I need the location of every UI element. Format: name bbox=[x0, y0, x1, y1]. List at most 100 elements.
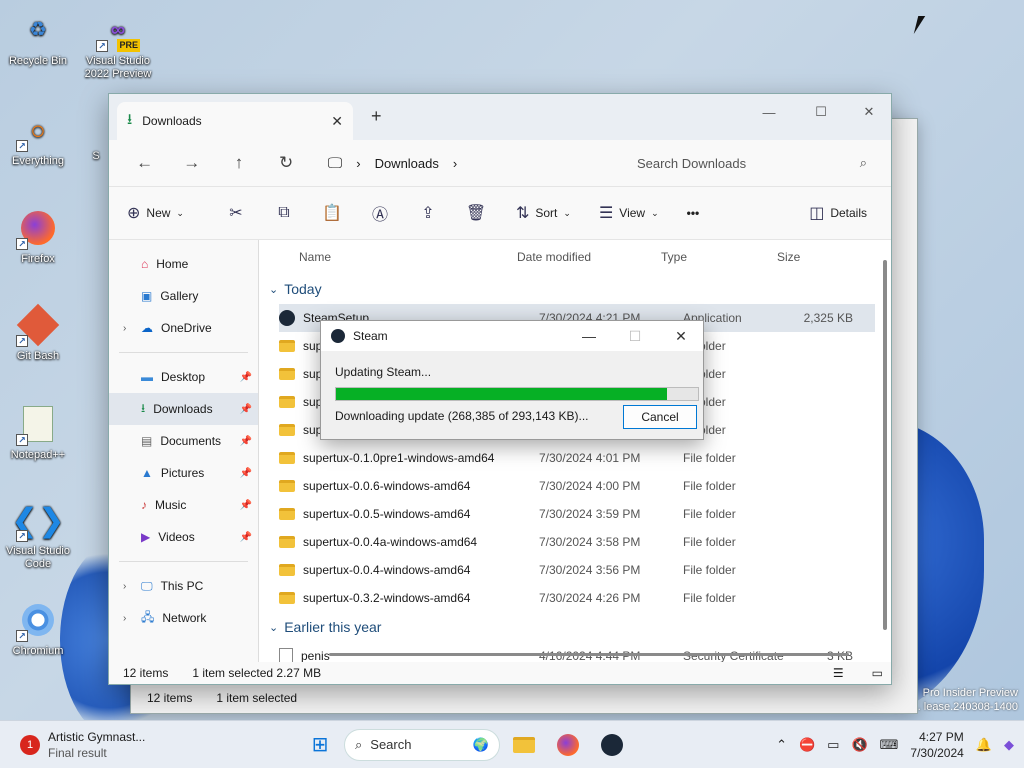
forward-button[interactable]: → bbox=[168, 153, 215, 173]
sidebar-divider bbox=[119, 561, 248, 562]
weather-widget[interactable]: 1 Artistic Gymnast... Final result bbox=[0, 729, 250, 761]
desktop-icon-git-bash[interactable]: ↗ Git Bash bbox=[0, 303, 76, 363]
dialog-minimize-button[interactable]: — bbox=[567, 321, 611, 351]
taskbar-firefox[interactable] bbox=[548, 725, 588, 765]
chevron-up-icon[interactable]: ⌃ bbox=[776, 737, 787, 753]
chevron-right-icon[interactable]: › bbox=[123, 581, 133, 592]
group-header-earlier[interactable]: ⌄ Earlier this year bbox=[259, 612, 891, 642]
new-button[interactable]: ⊕ New ⌄ bbox=[127, 203, 184, 223]
breadcrumb-downloads[interactable]: Downloads bbox=[375, 156, 439, 171]
start-button[interactable]: ⊞ bbox=[300, 725, 340, 765]
file-date: 7/30/2024 4:01 PM bbox=[539, 451, 641, 465]
rename-button[interactable]: Ⓐ bbox=[356, 201, 404, 225]
desktop-icon: ▬ bbox=[141, 370, 153, 384]
steam-update-dialog[interactable]: Steam — ☐ ✕ Updating Steam... Downloadin… bbox=[320, 320, 704, 440]
desktop-icon-partial[interactable]: S bbox=[86, 150, 106, 163]
dialog-maximize-button[interactable]: ☐ bbox=[613, 321, 657, 351]
title-bar: ⭳ Downloads ✕ + — ☐ ✕ bbox=[109, 94, 891, 140]
group-header-today[interactable]: ⌄ Today bbox=[259, 274, 891, 304]
network-disconnected-icon[interactable]: ⛔ bbox=[799, 737, 815, 753]
sidebar-item-music[interactable]: ♪ Music 📌 bbox=[109, 489, 258, 521]
delete-button[interactable]: 🗑 bbox=[452, 203, 500, 223]
dialog-close-button[interactable]: ✕ bbox=[659, 321, 703, 351]
column-header-name[interactable]: Name bbox=[259, 250, 517, 264]
desktop-icon-chromium[interactable]: ↗ Chromium bbox=[0, 598, 76, 658]
tab-close-icon[interactable]: ✕ bbox=[331, 113, 343, 130]
desktop-icon-vscode[interactable]: ❮❯ ↗ Visual Studio Code bbox=[0, 498, 76, 571]
pin-icon: 📌 bbox=[239, 435, 252, 447]
refresh-button[interactable]: ↻ bbox=[263, 153, 310, 173]
paste-button[interactable]: 📋 bbox=[308, 203, 356, 223]
folder-icon bbox=[279, 424, 295, 436]
horizontal-scrollbar[interactable] bbox=[329, 653, 849, 656]
shortcut-arrow-icon: ↗ bbox=[16, 530, 28, 542]
sidebar-item-downloads[interactable]: ⭳ Downloads 📌 bbox=[109, 393, 258, 425]
address-bar[interactable]: 🖵 › Downloads › bbox=[320, 148, 613, 178]
sidebar-item-videos[interactable]: ▶ Videos 📌 bbox=[109, 521, 258, 553]
sort-button[interactable]: ⇅ Sort ⌄ bbox=[516, 203, 571, 223]
desktop-icon-visual-studio[interactable]: ∞ PRE ↗ Visual Studio 2022 Preview bbox=[80, 8, 156, 81]
details-view-icon[interactable]: ☰ bbox=[833, 666, 844, 680]
column-header-size[interactable]: Size bbox=[777, 250, 837, 264]
volume-icon[interactable]: 🔇 bbox=[851, 737, 867, 753]
sidebar-item-this-pc[interactable]: › 🖵 This PC bbox=[109, 570, 258, 602]
view-button[interactable]: ☰ View ⌄ bbox=[599, 203, 659, 223]
cut-button[interactable]: ✂ bbox=[212, 203, 260, 223]
videos-icon: ▶ bbox=[141, 530, 151, 544]
search-input[interactable]: Search Downloads ⌕ bbox=[625, 147, 879, 179]
copilot-icon[interactable]: ◆ bbox=[1004, 737, 1014, 753]
folder-icon bbox=[279, 452, 295, 464]
file-row[interactable]: supertux-0.0.4a-windows-amd64 7/30/2024 3… bbox=[279, 528, 875, 556]
desktop-icon-everything[interactable]: ○ ↗ Everything bbox=[0, 108, 76, 168]
desktop-icon-recycle-bin[interactable]: ♻ Recycle Bin bbox=[0, 8, 76, 68]
column-header-date[interactable]: Date modified bbox=[517, 250, 661, 264]
update-status-text: Updating Steam... bbox=[335, 365, 432, 379]
file-row[interactable]: penis4/16/2024 4:44 PMSecurity Certifica… bbox=[279, 642, 875, 662]
file-row[interactable]: supertux-0.3.2-windows-amd64 7/30/2024 4:… bbox=[279, 584, 875, 612]
details-pane-button[interactable]: ◫ Details bbox=[809, 203, 867, 223]
visual-studio-icon: ∞ PRE ↗ bbox=[96, 8, 140, 52]
desktop-icon-notepad-plus-plus[interactable]: ↗ Notepad++ bbox=[0, 402, 76, 462]
new-tab-button[interactable]: + bbox=[371, 106, 382, 127]
column-header-type[interactable]: Type bbox=[661, 250, 777, 264]
file-row[interactable]: supertux-0.1.0pre1-windows-amd64 7/30/202… bbox=[279, 444, 875, 472]
file-row[interactable]: supertux-0.0.5-windows-amd64 7/30/2024 3:… bbox=[279, 500, 875, 528]
notification-bell-icon[interactable]: 🔔 bbox=[976, 737, 992, 753]
taskbar-file-explorer[interactable] bbox=[504, 725, 544, 765]
file-name: supertux-0.0.5-windows-amd64 bbox=[303, 507, 471, 521]
display-icon[interactable]: ▭ bbox=[827, 737, 839, 753]
shortcut-arrow-icon: ↗ bbox=[96, 40, 108, 52]
network-icon: 🖧 bbox=[141, 609, 155, 624]
sidebar-item-desktop[interactable]: ▬ Desktop 📌 bbox=[109, 361, 258, 393]
chevron-right-icon[interactable]: › bbox=[123, 323, 133, 334]
taskbar-search[interactable]: ⌕ Search 🌍 bbox=[344, 728, 500, 761]
tab-downloads[interactable]: ⭳ Downloads ✕ bbox=[117, 102, 353, 140]
desktop-icon-firefox[interactable]: ↗ Firefox bbox=[0, 206, 76, 266]
shortcut-arrow-icon: ↗ bbox=[16, 140, 28, 152]
clock[interactable]: 4:27 PM 7/30/2024 bbox=[910, 729, 963, 761]
steam-icon bbox=[279, 310, 295, 326]
back-button[interactable]: ← bbox=[121, 153, 168, 173]
sidebar-item-network[interactable]: › 🖧 Network bbox=[109, 602, 258, 634]
minimize-button[interactable]: — bbox=[747, 98, 791, 126]
file-row[interactable]: supertux-0.0.4-windows-amd64 7/30/2024 3:… bbox=[279, 556, 875, 584]
sidebar-item-onedrive[interactable]: › ☁ OneDrive bbox=[109, 312, 258, 344]
cancel-button[interactable]: Cancel bbox=[623, 405, 697, 429]
sidebar-item-home[interactable]: ⌂ Home bbox=[109, 248, 258, 280]
more-options-button[interactable]: ••• bbox=[687, 206, 700, 220]
file-row[interactable]: supertux-0.0.6-windows-amd64 7/30/2024 4:… bbox=[279, 472, 875, 500]
up-button[interactable]: ↑ bbox=[215, 153, 262, 173]
sidebar-item-pictures[interactable]: ▲ Pictures 📌 bbox=[109, 457, 258, 489]
maximize-button[interactable]: ☐ bbox=[799, 98, 843, 126]
chevron-right-icon[interactable]: › bbox=[123, 613, 133, 624]
tiles-view-icon[interactable]: ▭ bbox=[872, 666, 883, 680]
copy-button[interactable]: ⧉ bbox=[260, 204, 308, 222]
close-window-button[interactable]: ✕ bbox=[847, 98, 891, 126]
vertical-scrollbar[interactable] bbox=[883, 260, 887, 630]
sidebar-item-gallery[interactable]: ▣ Gallery bbox=[109, 280, 258, 312]
ime-icon[interactable]: ⌨ bbox=[880, 737, 899, 753]
taskbar-steam[interactable] bbox=[592, 725, 632, 765]
share-button[interactable]: ⇪ bbox=[404, 203, 452, 223]
sidebar-item-documents[interactable]: ▤ Documents 📌 bbox=[109, 425, 258, 457]
news-alert-icon: 1 bbox=[20, 734, 40, 755]
